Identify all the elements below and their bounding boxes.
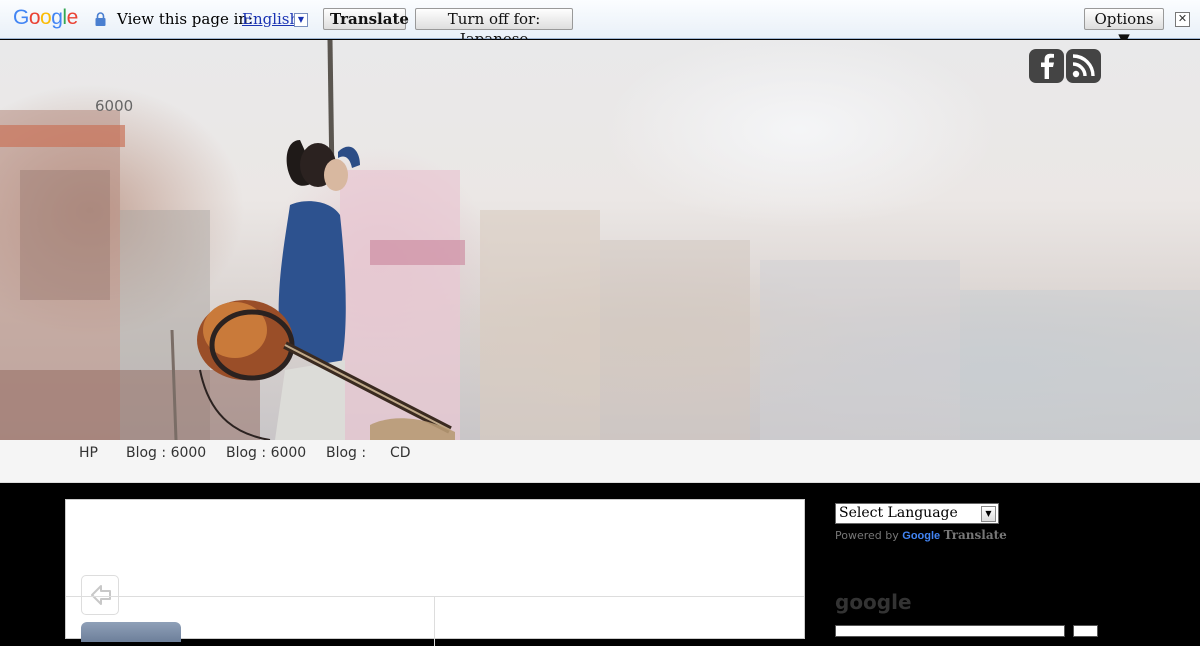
chevron-down-icon: ▼	[981, 506, 996, 522]
logo-letter: G	[13, 6, 29, 29]
google-logo: Google	[13, 6, 78, 30]
language-select[interactable]: Select Language ▼	[835, 503, 999, 524]
arrow-left-icon	[91, 585, 111, 605]
google-mini-logo[interactable]: Google	[902, 530, 940, 542]
logo-letter: o	[28, 6, 41, 29]
content-card	[65, 499, 805, 646]
main-nav: HP Blog : 6000 Blog : 6000 Blog : CD	[0, 440, 1200, 483]
hero-photo	[0, 40, 1200, 440]
logo-letter: o	[40, 6, 52, 29]
divider	[66, 596, 804, 597]
logo-letter: g	[51, 6, 63, 29]
options-button[interactable]: Options ▼	[1084, 8, 1164, 48]
post-thumbnail[interactable]	[81, 622, 181, 642]
header-banner: 6000	[0, 40, 1200, 440]
nav-item-hp[interactable]: HP	[79, 445, 98, 461]
close-icon[interactable]: ✕	[1175, 12, 1190, 27]
language-link[interactable]: English	[242, 10, 299, 28]
powered-by-google-translate: Powered by Google Translate	[835, 528, 1007, 542]
lock-icon	[95, 12, 106, 26]
divider	[434, 596, 435, 646]
nav-item-blog-1[interactable]: Blog : 6000	[126, 445, 206, 461]
facebook-icon[interactable]	[1029, 49, 1064, 83]
language-dropdown-icon[interactable]: ▼	[294, 13, 308, 27]
view-page-in-label: View this page in:	[117, 10, 254, 28]
language-select-value: Select Language	[839, 505, 958, 521]
turn-off-button[interactable]: Turn off for: Japanese	[415, 8, 573, 48]
logo-letter: e	[66, 6, 79, 29]
previous-button[interactable]	[81, 575, 119, 615]
rss-icon[interactable]	[1066, 49, 1101, 83]
search-input[interactable]	[835, 625, 1065, 637]
translate-link[interactable]: Translate	[944, 528, 1007, 542]
powered-by-label: Powered by	[835, 529, 899, 542]
translate-button[interactable]: Translate	[323, 8, 409, 30]
sidebar-heading: google	[835, 590, 912, 614]
search-button[interactable]	[1073, 625, 1098, 637]
nav-item-blog-2[interactable]: Blog : 6000	[226, 445, 306, 461]
translate-bar: Google View this page in: English ▼ Tran…	[0, 0, 1200, 48]
nav-item-cd[interactable]: CD	[390, 445, 411, 461]
site-title[interactable]: 6000	[95, 97, 133, 115]
nav-item-blog-3[interactable]: Blog :	[326, 445, 366, 461]
